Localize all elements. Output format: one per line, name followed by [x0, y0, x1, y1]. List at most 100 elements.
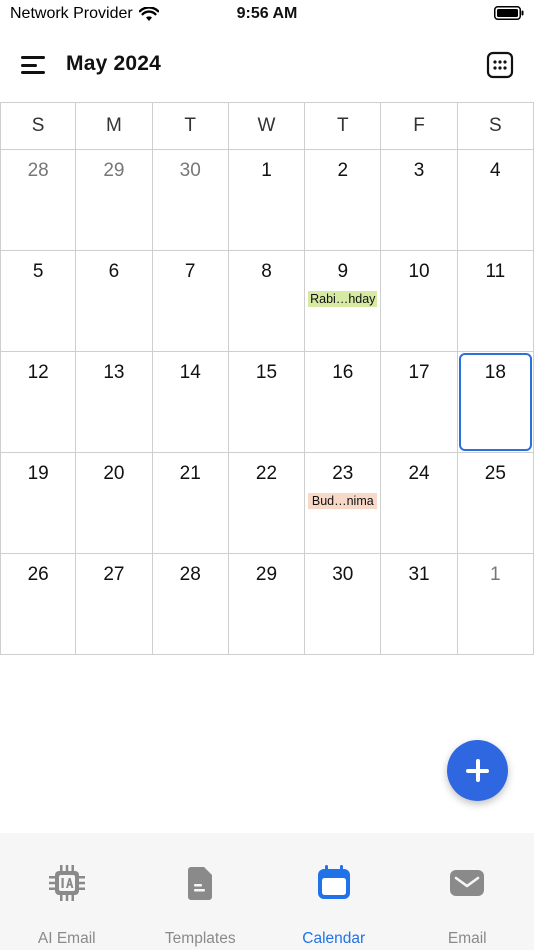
day-number: 13 — [103, 362, 125, 383]
weekday-label: F — [381, 103, 458, 150]
day-number: 15 — [255, 362, 278, 383]
day-number: 5 — [32, 261, 44, 282]
tab-ai-email[interactable]: AI Email — [0, 833, 134, 950]
day-number: 4 — [490, 160, 501, 181]
day-cell[interactable]: 11 — [457, 251, 534, 352]
day-cell[interactable]: 13 — [76, 352, 153, 453]
day-cell-selected[interactable]: 18 — [457, 352, 534, 453]
day-cell[interactable]: 4 — [457, 150, 534, 251]
day-cell[interactable]: 28 — [0, 150, 77, 251]
day-cell[interactable]: 30 — [152, 150, 229, 251]
day-number: 23 — [332, 463, 354, 484]
event-chip[interactable]: Rabi…hday — [308, 291, 378, 307]
status-time: 9:56 AM — [236, 5, 298, 22]
tab-templates[interactable]: Templates — [134, 833, 268, 950]
day-cell[interactable]: 8 — [228, 251, 306, 352]
day-cell[interactable]: 6 — [76, 251, 153, 352]
weekday-label: M — [76, 103, 153, 150]
day-number: 8 — [261, 261, 272, 282]
day-number: 31 — [408, 564, 430, 585]
day-number: 9 — [337, 261, 349, 282]
week-row: 12 13 14 15 16 17 18 — [0, 352, 534, 453]
day-number: 10 — [408, 261, 430, 282]
day-number: 14 — [179, 362, 201, 383]
tab-email[interactable]: Email — [401, 833, 534, 950]
day-number: 19 — [27, 463, 49, 484]
day-cell[interactable]: 7 — [152, 251, 229, 352]
day-cell[interactable]: 1 — [228, 150, 306, 251]
day-number: 24 — [408, 463, 430, 484]
ai-chip-icon — [48, 865, 85, 901]
day-cell[interactable]: 17 — [381, 352, 458, 453]
tab-label: AI Email — [37, 930, 96, 947]
day-number: 1 — [261, 160, 272, 181]
day-number: 21 — [179, 463, 201, 484]
battery-icon — [494, 6, 524, 20]
hamburger-menu-icon[interactable] — [18, 50, 48, 80]
status-bar: Network Provider 9:56 AM — [0, 0, 534, 30]
day-cell[interactable]: 19 — [0, 453, 77, 554]
day-number: 17 — [408, 362, 430, 383]
day-cell[interactable]: 3 — [381, 150, 458, 251]
day-cell[interactable]: 12 — [0, 352, 77, 453]
day-cell[interactable]: 25 — [457, 453, 534, 554]
day-cell[interactable]: 28 — [152, 554, 229, 655]
week-row: 5 6 7 8 9 Rabi…hday 10 11 — [0, 251, 534, 352]
day-cell[interactable]: 29 — [228, 554, 306, 655]
weekday-label: T — [305, 103, 382, 150]
weekday-header: S M T W T F S — [0, 102, 534, 150]
add-event-button[interactable] — [447, 740, 508, 801]
day-number: 26 — [27, 564, 49, 585]
weekday-label: W — [228, 103, 306, 150]
calendar-grid-icon[interactable] — [486, 51, 514, 79]
calendar-icon — [317, 865, 350, 899]
day-cell[interactable]: 27 — [76, 554, 153, 655]
day-cell[interactable]: 22 — [228, 453, 306, 554]
week-row: 19 20 21 22 23 Bud…nima 24 25 — [0, 453, 534, 554]
day-cell[interactable]: 31 — [381, 554, 458, 655]
day-number: 1 — [490, 564, 501, 585]
month-title: May 2024 — [66, 52, 162, 75]
envelope-icon — [450, 870, 485, 896]
day-cell[interactable]: 24 — [381, 453, 458, 554]
week-row: 28 29 30 1 2 3 4 — [0, 150, 534, 251]
tab-label: Calendar — [302, 930, 366, 947]
day-number: 3 — [413, 160, 425, 181]
day-number: 28 — [27, 160, 49, 181]
tab-calendar[interactable]: Calendar — [267, 833, 401, 950]
day-number: 29 — [103, 160, 125, 181]
week-row: 26 27 28 29 30 31 1 — [0, 554, 534, 655]
tab-label: Templates — [164, 930, 236, 947]
day-number: 30 — [179, 160, 201, 181]
day-number: 6 — [108, 261, 120, 282]
bottom-tab-bar: AI Email Templates Calendar Email — [0, 833, 534, 950]
day-cell[interactable]: 30 — [305, 554, 382, 655]
day-number: 20 — [103, 463, 125, 484]
day-cell[interactable]: 1 — [457, 554, 534, 655]
day-cell[interactable]: 21 — [152, 453, 229, 554]
calendar-weeks: 28 29 30 1 2 3 4 5 6 7 8 9 Rabi…hday 10 11 12 13 14 15 16 17… — [0, 150, 534, 655]
day-cell[interactable]: 14 — [152, 352, 229, 453]
day-cell[interactable]: 20 — [76, 453, 153, 554]
document-icon — [188, 867, 213, 900]
day-number: 28 — [179, 564, 201, 585]
day-cell[interactable]: 29 — [76, 150, 153, 251]
day-number: 29 — [255, 564, 278, 585]
month-calendar: S M T W T F S 28 29 30 1 2 3 4 5 6 7 8 9 Rabi…hday 10… — [0, 102, 534, 655]
day-cell[interactable]: 23 Bud…nima — [305, 453, 382, 554]
day-number: 16 — [332, 362, 354, 383]
day-cell[interactable]: 2 — [305, 150, 382, 251]
weekday-label: S — [457, 103, 534, 150]
day-cell[interactable]: 15 — [228, 352, 306, 453]
event-chip[interactable]: Bud…nima — [308, 493, 378, 509]
day-cell[interactable]: 16 — [305, 352, 382, 453]
tab-label: Email — [447, 930, 487, 947]
weekday-label: S — [0, 103, 77, 150]
day-number: 12 — [27, 362, 49, 383]
day-cell[interactable]: 5 — [0, 251, 77, 352]
day-cell[interactable]: 9 Rabi…hday — [305, 251, 382, 352]
day-number: 22 — [255, 463, 278, 484]
day-cell[interactable]: 26 — [0, 554, 77, 655]
day-cell[interactable]: 10 — [381, 251, 458, 352]
day-number: 25 — [484, 463, 506, 484]
